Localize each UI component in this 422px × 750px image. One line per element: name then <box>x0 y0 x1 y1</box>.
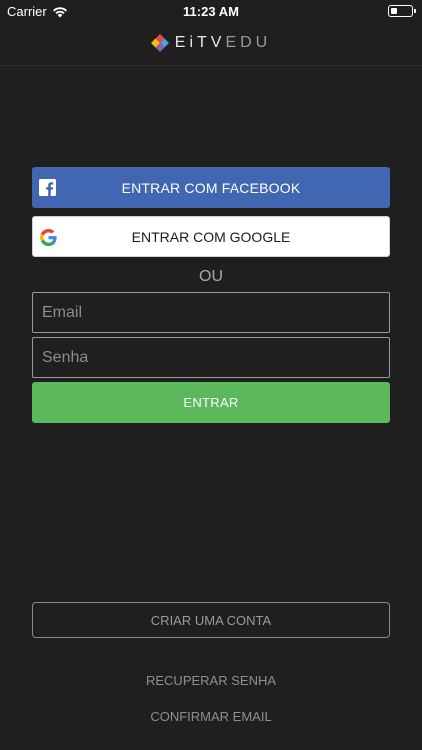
google-login-label: ENTRAR COM GOOGLE <box>131 228 291 245</box>
battery-icon <box>388 5 416 17</box>
status-bar: Carrier 11:23 AM <box>0 0 422 22</box>
login-button[interactable]: ENTRAR <box>32 382 390 423</box>
login-button-label: ENTRAR <box>183 395 239 410</box>
eitv-diamond-logo-icon <box>150 34 169 52</box>
create-account-label: CRIAR UMA CONTA <box>150 612 272 628</box>
logo-text-bold: EiTV <box>174 34 226 51</box>
app-logo: EiTVEDU <box>0 34 422 52</box>
google-icon <box>40 229 57 246</box>
confirm-email-link[interactable]: CONFIRMAR EMAIL <box>0 709 422 724</box>
facebook-login-button[interactable]: ENTRAR COM FACEBOOK <box>32 167 390 208</box>
logo-text-light: EDU <box>225 34 272 51</box>
google-login-button[interactable]: ENTRAR COM GOOGLE <box>32 216 390 257</box>
password-field[interactable] <box>32 337 390 378</box>
facebook-icon <box>39 179 56 196</box>
logo-text: EiTVEDU <box>175 34 271 52</box>
email-field[interactable] <box>32 292 390 333</box>
login-screen: Carrier 11:23 AM EiTVEDU ENTRAR COM FACE… <box>0 0 422 750</box>
create-account-button[interactable]: CRIAR UMA CONTA <box>32 602 390 638</box>
recover-password-link[interactable]: RECUPERAR SENHA <box>0 673 422 688</box>
facebook-login-label: ENTRAR COM FACEBOOK <box>121 179 301 196</box>
app-header: EiTVEDU <box>0 22 422 66</box>
status-time: 11:23 AM <box>183 4 239 19</box>
or-divider-label: OU <box>199 268 223 285</box>
